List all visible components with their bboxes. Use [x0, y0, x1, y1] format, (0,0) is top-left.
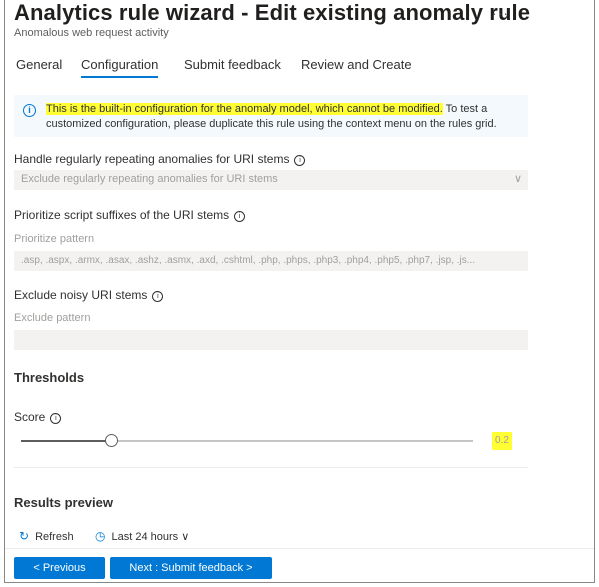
more-options-icon[interactable]: ···: [492, 5, 509, 21]
prioritize-pattern-label: Prioritize pattern: [14, 233, 95, 245]
script-suffix-label-text: Prioritize script suffixes of the URI st…: [14, 208, 230, 222]
results-preview-heading: Results preview: [14, 495, 113, 510]
score-slider-fill: [21, 440, 111, 442]
noisy-uri-label-text: Exclude noisy URI stems: [14, 288, 148, 302]
refresh-button[interactable]: ↻ Refresh: [19, 529, 74, 543]
page-subtitle: Anomalous web request activity: [14, 27, 169, 39]
time-range-label: Last 24 hours: [111, 531, 179, 543]
score-label-text: Score: [14, 410, 46, 424]
divider: [14, 467, 528, 468]
next-button[interactable]: Next : Submit feedback >: [110, 557, 272, 579]
clock-icon: ◷: [95, 529, 106, 543]
help-icon[interactable]: i: [152, 291, 164, 302]
exclude-pattern-field[interactable]: [14, 330, 528, 350]
noisy-uri-label: Exclude noisy URI stems i: [14, 288, 164, 302]
help-icon[interactable]: i: [234, 211, 246, 222]
info-text-line1: This is the built-in configuration for t…: [46, 103, 487, 115]
chevron-down-icon: ∨: [513, 173, 522, 185]
info-banner: i This is the built-in configuration for…: [14, 95, 528, 137]
thresholds-heading: Thresholds: [14, 370, 85, 385]
info-icon: i: [23, 104, 36, 117]
score-slider-thumb[interactable]: [105, 434, 118, 447]
refresh-icon: ↻: [19, 529, 30, 543]
page-title: Analytics rule wizard - Edit existing an…: [14, 0, 531, 25]
repeating-anomalies-label-text: Handle regularly repeating anomalies for…: [14, 152, 290, 166]
tab-review-and-create[interactable]: Review and Create: [301, 57, 412, 76]
previous-button[interactable]: < Previous: [14, 557, 105, 579]
tab-submit-feedback[interactable]: Submit feedback: [184, 57, 281, 76]
wizard-panel: Analytics rule wizard - Edit existing an…: [4, 0, 595, 583]
wizard-footer: < Previous Next : Submit feedback >: [5, 548, 594, 582]
chevron-down-icon: ∨: [181, 531, 190, 543]
refresh-label: Refresh: [35, 531, 74, 543]
exclude-pattern-label: Exclude pattern: [14, 312, 91, 324]
repeating-anomalies-value: Exclude regularly repeating anomalies fo…: [21, 173, 278, 185]
prioritize-pattern-field[interactable]: .asp, .aspx, .armx, .asax, .ashz, .asmx,…: [14, 251, 528, 271]
info-text-line2: customized configuration, please duplica…: [46, 118, 497, 130]
help-icon[interactable]: i: [294, 155, 306, 166]
repeating-anomalies-label: Handle regularly repeating anomalies for…: [14, 152, 306, 166]
script-suffix-label: Prioritize script suffixes of the URI st…: [14, 208, 246, 222]
info-highlighted-text: This is the built-in configuration for t…: [46, 103, 443, 115]
repeating-anomalies-dropdown[interactable]: Exclude regularly repeating anomalies fo…: [14, 170, 528, 190]
help-icon[interactable]: i: [50, 413, 62, 424]
tab-general[interactable]: General: [16, 57, 62, 76]
time-range-button[interactable]: ◷ Last 24 hours ∨: [95, 529, 189, 543]
score-value: 0.2: [492, 432, 512, 450]
info-text-rest: To test a: [442, 103, 488, 115]
score-label: Score i: [14, 410, 62, 424]
tab-configuration[interactable]: Configuration: [81, 57, 159, 78]
prioritize-pattern-value: .asp, .aspx, .armx, .asax, .ashz, .asmx,…: [21, 255, 476, 266]
